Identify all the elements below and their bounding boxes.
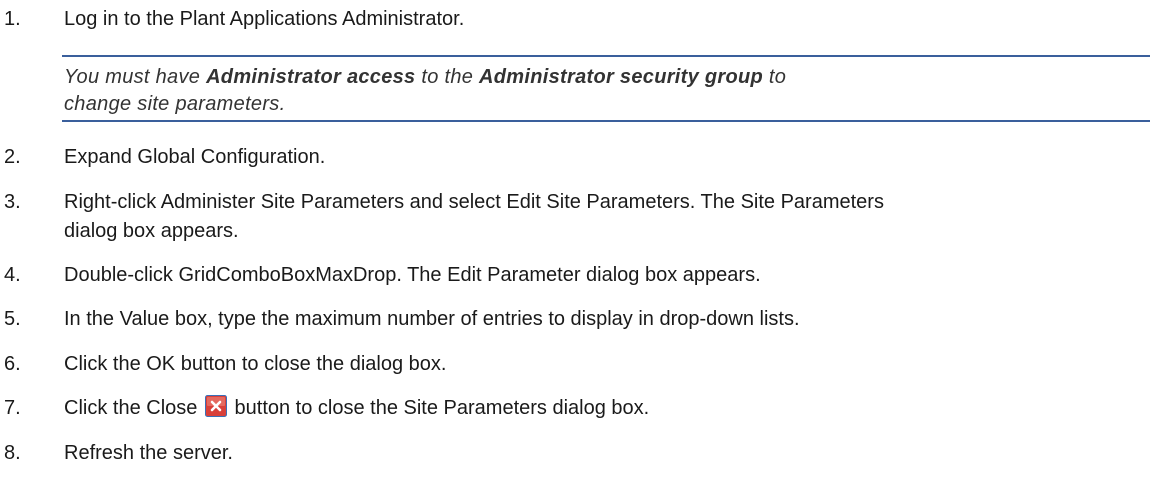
step-text: In the Value box, type the maximum numbe…	[64, 308, 800, 330]
note-line-2: change site parameters.	[64, 93, 286, 115]
step-text-line: Right-click Administer Site Parameters a…	[64, 191, 884, 213]
step-text: Expand Global Configuration.	[64, 146, 326, 168]
step-text: Right-click Administer Site Parameters a…	[64, 189, 1144, 245]
step-text-after: button to close the Site Parameters dial…	[234, 397, 650, 419]
step-number: 4.	[4, 264, 21, 286]
step-number: 6.	[4, 353, 21, 375]
note-bold-text: Administrator access	[206, 66, 416, 88]
step-number: 3.	[4, 191, 21, 213]
step-number: 8.	[4, 442, 21, 464]
step-number: 2.	[4, 146, 21, 168]
step-text: Double-click GridComboBoxMaxDrop. The Ed…	[64, 264, 761, 286]
instruction-document: 1. Log in to the Plant Applications Admi…	[0, 0, 1164, 489]
note-box: You must have Administrator access to th…	[62, 55, 1150, 122]
note-text: to the	[415, 66, 480, 88]
step-number: 5.	[4, 308, 21, 330]
step-number: 7.	[4, 397, 21, 419]
note-text: to	[763, 66, 787, 88]
step-text-line: dialog box appears.	[64, 220, 239, 242]
step-text: Refresh the server.	[64, 442, 233, 464]
note-bold-text: Administrator security group	[479, 66, 764, 88]
note-text: You must have	[64, 66, 207, 88]
close-icon	[204, 395, 227, 417]
step-text: Click the Close button to close the Site…	[64, 395, 1144, 422]
step-text: Click the OK button to close the dialog …	[64, 353, 447, 375]
step-text: Log in to the Plant Applications Adminis…	[64, 8, 465, 30]
note-line-1: You must have Administrator access to th…	[64, 64, 1150, 91]
step-number: 1.	[4, 8, 21, 30]
step-text-before: Click the Close	[64, 397, 198, 419]
